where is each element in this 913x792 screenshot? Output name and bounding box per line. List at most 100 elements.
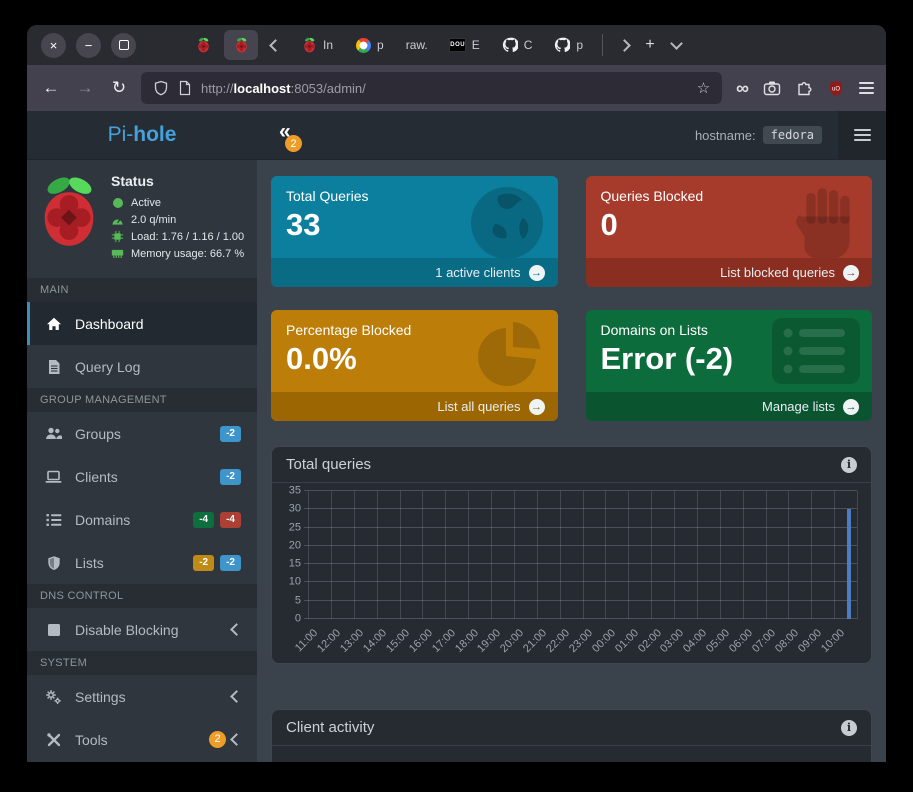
window-minimize-button[interactable]: − [76,33,101,58]
hostname-label: hostname: [695,128,756,143]
tab-scroll-right-button[interactable] [611,32,637,58]
adblock-infinity-icon[interactable]: ∞ [736,78,748,99]
sidebar-item-dashboard[interactable]: Dashboard [27,302,257,345]
page-info-icon[interactable] [178,80,192,96]
sidebar-item-domains[interactable]: Domains -4 -4 [27,498,257,541]
chevron-right-icon [618,39,631,52]
laptop-icon [45,468,62,485]
bookmark-star-icon[interactable]: ☆ [697,79,710,97]
forward-button[interactable]: → [73,78,97,98]
count-badge: -4 [193,512,214,528]
tab-google[interactable]: p [346,30,393,60]
sidebar-item-tools[interactable]: Tools 2 [27,718,257,761]
list-all-queries-link[interactable]: List all queries → [271,392,558,421]
tab-separator [602,34,603,56]
sidebar: Status Active 2.0 q/min Load: 1.76 / 1.1… [27,160,257,762]
tab-raw[interactable]: raw. [397,30,437,60]
cpu-icon [111,230,124,243]
arrow-circle-right-icon: → [843,265,859,281]
url-host: localhost [234,81,291,96]
sidebar-item-settings[interactable]: Settings [27,675,257,718]
tab-dou[interactable]: DOU E [441,30,489,60]
browser-toolbar: ← → ↻ http://localhost:8053/admin/ ☆ ∞ [27,65,886,111]
arrow-circle-right-icon: → [843,399,859,415]
sidebar-item-label: Lists [75,555,104,571]
app-body: Status Active 2.0 q/min Load: 1.76 / 1.1… [27,160,886,762]
tab-pihole-active[interactable] [224,30,258,60]
count-badge: -2 [193,555,214,571]
sidebar-item-label: Disable Blocking [75,622,179,638]
svg-text:uO: uO [832,86,840,92]
sidebar-item-lists[interactable]: Lists -2 -2 [27,541,257,584]
maximize-icon [119,40,129,50]
list-tabs-button[interactable] [663,32,689,58]
tab-label: E [472,38,480,52]
url-bar[interactable]: http://localhost:8053/admin/ ☆ [141,72,722,104]
client-activity-panel: Client activity i [271,709,872,762]
shield-icon [45,554,62,571]
card-footer-label: List all queries [437,399,520,414]
memory-icon [111,247,124,260]
app-menu-button[interactable] [838,111,886,159]
sidebar-item-disable-blocking[interactable]: Disable Blocking [27,608,257,651]
count-badge: -2 [220,426,241,442]
status-memory: Memory usage: 66.7 % [131,248,244,260]
tab-github-2[interactable]: p [545,30,592,60]
list-blocked-queries-link[interactable]: List blocked queries → [586,258,873,287]
url-text[interactable]: http://localhost:8053/admin/ [201,81,688,96]
file-icon [45,358,62,375]
arrow-circle-right-icon: → [529,399,545,415]
hand-icon [794,184,860,264]
window-maximize-button[interactable] [111,33,136,58]
pihole-favicon-icon [195,37,211,53]
chevron-left-icon [230,733,243,746]
list-icon [45,511,62,528]
dou-favicon-icon: DOU [450,37,466,53]
screenshot-camera-icon[interactable] [763,80,781,96]
browser-tab-bar: × − In p raw. DOU [27,25,886,65]
sidebar-item-groups[interactable]: Groups -2 [27,412,257,455]
manage-lists-link[interactable]: Manage lists → [586,392,873,421]
update-count-badge: 2 [285,135,302,152]
domains-on-lists-card: Domains on Lists Error (-2) Manage lists… [586,310,873,421]
shield-icon[interactable] [153,80,169,96]
extensions-puzzle-icon[interactable] [796,80,813,97]
info-icon[interactable]: i [841,720,857,736]
tab-label: p [377,38,384,52]
window-close-button[interactable]: × [41,33,66,58]
info-icon[interactable]: i [841,457,857,473]
chevron-left-icon [230,690,243,703]
ublock-origin-icon[interactable]: uO [828,80,844,97]
sidebar-item-label: Tools [75,732,108,748]
sidebar-collapse-button[interactable]: « 2 [273,111,297,159]
panel-header: Client activity i [272,710,871,746]
new-tab-button[interactable]: + [637,32,663,58]
section-dns-control: DNS CONTROL [27,584,257,608]
card-footer-label: 1 active clients [435,265,520,280]
sidebar-item-query-log[interactable]: Query Log [27,345,257,388]
percentage-blocked-card: Percentage Blocked 0.0% List all queries… [271,310,558,421]
tab-pihole-install[interactable]: In [292,30,342,60]
list-alt-icon [772,318,860,384]
sidebar-item-clients[interactable]: Clients -2 [27,455,257,498]
browser-menu-icon[interactable] [859,82,874,94]
back-button[interactable]: ← [39,78,63,98]
sidebar-item-label: Groups [75,426,121,442]
tab-label: raw. [406,38,428,52]
chevron-left-icon [230,623,243,636]
tab-controls: + [594,32,689,58]
pihole-logo[interactable]: Pi-hole [27,111,257,159]
count-badge: 2 [209,731,226,748]
section-system: SYSTEM [27,651,257,675]
tab-strip: In p raw. DOU E C p [186,30,592,60]
active-clients-link[interactable]: 1 active clients → [271,258,558,287]
tab-github-1[interactable]: C [493,30,542,60]
raspberry-logo [39,173,99,249]
tab-pihole-pinned[interactable] [186,30,220,60]
card-footer-label: Manage lists [762,399,835,414]
sidebar-item-label: Query Log [75,359,140,375]
reload-button[interactable]: ↻ [107,78,131,98]
panel-title: Total queries [286,456,371,473]
toolbar-actions: ∞ uO [736,78,874,99]
tab-scroll-left-button[interactable] [262,32,288,58]
